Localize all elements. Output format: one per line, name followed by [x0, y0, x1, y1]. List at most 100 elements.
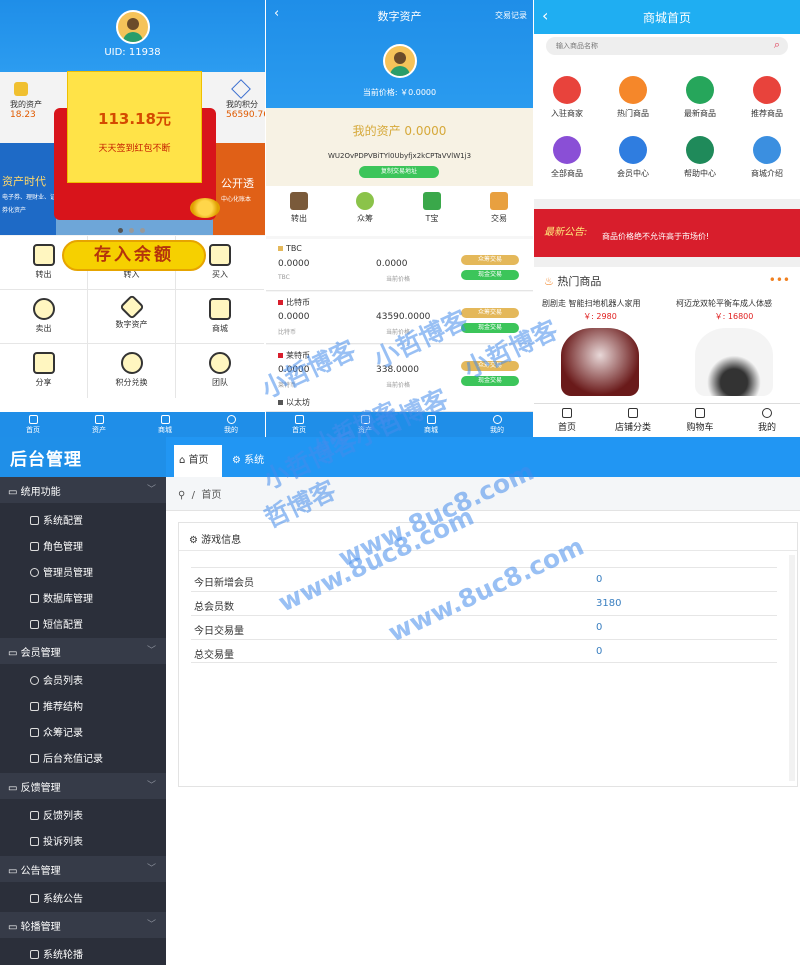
menu-all[interactable]: 全部商品: [534, 136, 600, 179]
avatar[interactable]: [116, 10, 150, 44]
sidebar-item-referral-tree[interactable]: 推荐结构: [0, 692, 166, 718]
tab-system[interactable]: ⚙ 系统: [232, 451, 264, 466]
sidebar-item-system-config[interactable]: 系统配置: [0, 506, 166, 532]
item-label: 反馈列表: [43, 811, 83, 822]
cash-trade-button[interactable]: 现金交易: [461, 323, 519, 333]
points-value: 56590.76: [226, 110, 265, 120]
row-value: 3180: [596, 598, 622, 609]
tab-assets[interactable]: 资产: [332, 412, 398, 437]
sidebar-group-common[interactable]: ▭ 统用功能 ﹀: [0, 477, 166, 503]
records-link[interactable]: 交易记录: [495, 10, 527, 21]
grid-sell[interactable]: 卖出: [0, 290, 88, 344]
sidebar-item-crowdfund-records[interactable]: 众筹记录: [0, 718, 166, 744]
sidebar-group-carousel[interactable]: ▭ 轮播管理 ﹀: [0, 912, 166, 938]
grid-share[interactable]: 分享: [0, 344, 88, 398]
asset-stat[interactable]: 我的资产 18.23: [10, 80, 42, 120]
menu-merchants[interactable]: 入驻商家: [534, 76, 600, 119]
action-label: T宝: [425, 214, 439, 223]
product-card[interactable]: 剧剧走 智能扫地机器人家用 ￥: 2980: [536, 296, 664, 402]
scrollbar[interactable]: [789, 555, 795, 781]
grid-points-exchange[interactable]: 积分兑换: [88, 344, 176, 398]
tab-mall[interactable]: 商城: [398, 412, 464, 437]
tab-me[interactable]: 我的: [464, 412, 530, 437]
action-transfer[interactable]: 转出: [266, 186, 332, 224]
divider: [534, 199, 800, 209]
tab-label: 商城: [424, 426, 438, 434]
panel-title: 游戏信息: [201, 535, 242, 546]
search-input[interactable]: 输入商品名称 ⌕: [546, 37, 788, 55]
tab-home[interactable]: 首页: [534, 404, 600, 433]
carousel-dots[interactable]: [118, 225, 148, 233]
search-icon[interactable]: ⌕: [774, 38, 780, 52]
divider: [534, 257, 800, 267]
menu-member-center[interactable]: 会员中心: [600, 136, 666, 179]
grid-mall[interactable]: 商城: [176, 290, 264, 344]
sidebar-item-complaint-list[interactable]: 投诉列表: [0, 827, 166, 853]
tab-cart[interactable]: 购物车: [667, 404, 733, 433]
sidebar-item-sms[interactable]: 短信配置: [0, 610, 166, 636]
breadcrumb-item[interactable]: 首页: [201, 490, 221, 501]
product-card[interactable]: 柯迈龙双轮平衡车成人体感 ￥: 16800: [670, 296, 798, 402]
crowdfund-trade-button[interactable]: 众筹交易: [461, 255, 519, 265]
crowdfund-trade-button[interactable]: 众筹交易: [461, 361, 519, 371]
banner-right[interactable]: 公开透 中心化账本: [213, 143, 265, 235]
action-crowdfund[interactable]: 众筹: [332, 186, 398, 224]
store-icon: [553, 76, 581, 104]
sidebar-group-feedback[interactable]: ▭ 反馈管理 ﹀: [0, 773, 166, 799]
cart-icon: [209, 298, 231, 320]
current-price: 当前价格: ￥0.0000: [362, 88, 437, 97]
menu-about[interactable]: 商城介绍: [734, 136, 800, 179]
cash-trade-button[interactable]: 现金交易: [461, 270, 519, 280]
gear-icon: [30, 568, 39, 577]
menu-hot[interactable]: 热门商品: [600, 76, 666, 119]
tab-label: 我的: [757, 423, 776, 433]
crowdfund-trade-button[interactable]: 众筹交易: [461, 308, 519, 318]
action-tbao[interactable]: T宝: [399, 186, 465, 224]
action-trade[interactable]: 交易: [466, 186, 532, 224]
admin-panel: 后台管理 ▭ 统用功能 ﹀ 系统配置 角色管理 管理员管理 数据库管理 短信配置 …: [0, 437, 800, 965]
tab-shop-category[interactable]: 店铺分类: [600, 404, 666, 433]
tab-home[interactable]: ⌂ 首页: [174, 445, 222, 477]
cash-trade-button[interactable]: 现金交易: [461, 376, 519, 386]
banner-right-text: 公开透: [221, 177, 254, 190]
tab-label: 首页: [557, 423, 576, 433]
sidebar-item-recharge-records[interactable]: 后台充值记录: [0, 744, 166, 770]
more-icon[interactable]: •••: [769, 273, 790, 287]
sidebar-item-database[interactable]: 数据库管理: [0, 584, 166, 610]
grid-digital-assets[interactable]: 数字资产: [88, 290, 176, 344]
avatar[interactable]: [383, 44, 417, 78]
tab-assets[interactable]: 资产: [66, 412, 132, 437]
coin-row[interactable]: 比特币 0.0000 43590.0000 比特币 当前价格 众筹交易 现金交易: [266, 292, 533, 344]
menu-recommended[interactable]: 推荐商品: [734, 76, 800, 119]
menu-new[interactable]: 最新商品: [667, 76, 733, 119]
tab-me[interactable]: 我的: [734, 404, 800, 433]
copy-address-button[interactable]: 复制交易地址: [359, 166, 439, 178]
grid-team[interactable]: 团队: [176, 344, 264, 398]
points-stat[interactable]: 我的积分 56590.76: [226, 79, 265, 120]
sidebar-group-members[interactable]: ▭ 会员管理 ﹀: [0, 638, 166, 664]
check-square-icon: [30, 950, 39, 959]
tab-home[interactable]: 首页: [0, 412, 66, 437]
item-label: 系统公告: [43, 894, 83, 905]
sidebar-group-announcements[interactable]: ▭ 公告管理 ﹀: [0, 856, 166, 882]
sidebar-item-roles[interactable]: 角色管理: [0, 532, 166, 558]
tab-label: 首页: [292, 426, 306, 434]
sidebar-item-system-carousel[interactable]: 系统轮播: [0, 940, 166, 966]
coin-row[interactable]: 莱特币 0.0000 338.0000 莱特币 当前价格 众筹交易 现金交易: [266, 345, 533, 397]
tab-mall[interactable]: 商城: [132, 412, 198, 437]
sidebar-item-admins[interactable]: 管理员管理: [0, 558, 166, 584]
sidebar-item-member-list[interactable]: 会员列表: [0, 666, 166, 692]
points-label: 我的积分: [226, 100, 258, 109]
deposit-button[interactable]: 存入余额: [62, 240, 206, 271]
coin-row[interactable]: 以太坊: [266, 392, 533, 412]
coin-row[interactable]: TBC 0.0000 0.0000 TBC 当前价格 众筹交易 现金交易: [266, 239, 533, 291]
sidebar-item-system-announcement[interactable]: 系统公告: [0, 884, 166, 910]
user-icon: [30, 676, 39, 685]
coin-name: 以太坊: [278, 397, 310, 408]
banner-left[interactable]: 资产时代 电子券、理财业、证券化资产: [0, 143, 56, 235]
sidebar-item-feedback-list[interactable]: 反馈列表: [0, 801, 166, 827]
tab-home[interactable]: 首页: [266, 412, 332, 437]
menu-help[interactable]: 帮助中心: [667, 136, 733, 179]
tab-me[interactable]: 我的: [198, 412, 264, 437]
notice-banner[interactable]: 最新公告: 商品价格绝不允许高于市场价!: [534, 209, 800, 257]
